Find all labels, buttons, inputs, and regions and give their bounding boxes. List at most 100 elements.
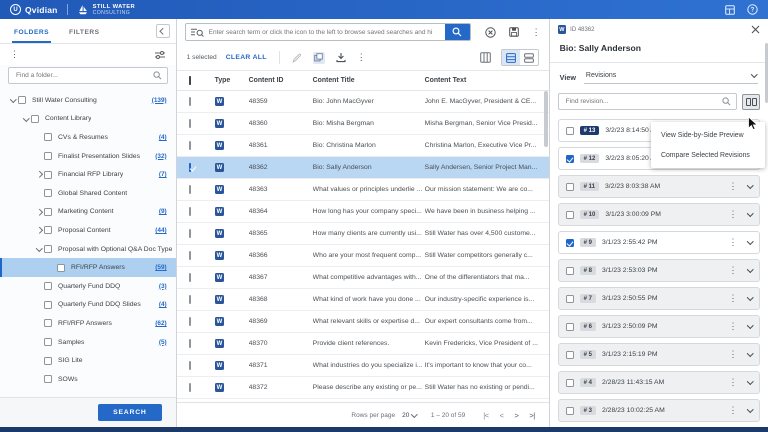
table-row[interactable]: W48372Please describe any existing or pe… [177,377,549,399]
search-submit-button[interactable] [445,23,470,41]
table-row[interactable]: W48359Bio: John MacGyverJohn E. MacGyver… [177,91,549,113]
folder-item[interactable]: SOWs [0,370,176,389]
revision-checkbox[interactable] [566,407,574,415]
table-row[interactable]: W48365How many clients are currently usi… [177,223,549,245]
folder-item[interactable]: CVs & Resumes(4) [0,128,176,147]
revision-card[interactable]: # 73/1/23 2:50:55 PM⋮ [558,287,760,310]
folder-count-link[interactable]: (3) [159,283,167,290]
dense-view-button[interactable] [502,50,520,65]
folder-count-link[interactable]: (9) [159,208,167,215]
chevron-down-icon[interactable] [23,115,29,121]
folder-item[interactable]: RFI/RFP Answers(62) [0,314,176,333]
search-button[interactable]: SEARCH [98,404,162,421]
select-all-checkbox[interactable] [189,76,191,85]
folder-item[interactable]: RFI/RFP Answers(59) [0,258,176,277]
chevron-down-icon[interactable] [36,245,42,251]
revision-card[interactable]: # 83/1/23 2:53:03 PM⋮ [558,259,760,282]
folder-checkbox[interactable] [44,357,52,365]
chevron-down-icon[interactable] [411,411,417,417]
last-page-icon[interactable]: >| [529,411,534,420]
kebab-icon[interactable]: ⋮ [532,28,541,37]
revision-checkbox[interactable] [566,183,574,191]
table-row[interactable]: W48368What kind of work have you done ..… [177,289,549,311]
find-folder-input[interactable] [14,71,153,80]
revision-checkbox[interactable] [566,323,574,331]
folder-checkbox[interactable] [44,282,52,290]
table-row[interactable]: W48367What competitive advantages with..… [177,267,549,289]
table-row[interactable]: W48362Bio: Sally AndersonSally Andersen,… [177,157,549,179]
folder-checkbox[interactable] [18,96,26,104]
save-search-icon[interactable] [509,27,519,37]
next-page-icon[interactable]: > [514,411,518,420]
rows-per-page-select[interactable]: 20 [402,412,409,419]
row-checkbox[interactable] [189,163,191,172]
kebab-icon[interactable]: ⋮ [357,53,366,62]
prev-page-icon[interactable]: < [500,411,504,420]
chevron-down-icon[interactable] [747,294,753,300]
kebab-icon[interactable]: ⋮ [729,350,738,359]
folder-checkbox[interactable] [44,245,52,253]
folder-item[interactable]: Still Water Consulting(139) [0,91,176,110]
chevron-down-icon[interactable] [747,322,753,328]
chevron-down-icon[interactable] [747,238,753,244]
saved-searches-icon[interactable] [191,28,204,37]
row-checkbox[interactable] [189,361,191,370]
clear-circle-icon[interactable] [485,27,496,38]
row-checkbox[interactable] [189,251,191,260]
chevron-right-icon[interactable] [36,171,42,177]
chevron-right-icon[interactable] [36,227,42,233]
col-content-title[interactable]: Content Title [313,77,425,84]
kebab-icon[interactable]: ⋮ [729,406,738,415]
table-scrollbar[interactable] [544,91,548,147]
folder-count-link[interactable]: (62) [155,320,166,327]
side-by-side-button[interactable] [742,94,760,110]
folder-count-link[interactable]: (44) [155,227,166,234]
row-checkbox[interactable] [189,97,191,106]
folder-checkbox[interactable] [44,375,52,383]
folder-item[interactable]: Finalist Presentation Slides(32) [0,147,176,166]
revision-checkbox[interactable] [566,267,574,275]
folder-checkbox[interactable] [44,338,52,346]
folder-checkbox[interactable] [44,171,52,179]
chevron-down-icon[interactable] [747,182,753,188]
row-checkbox[interactable] [189,295,191,304]
tab-folders[interactable]: FOLDERS [12,29,51,43]
revision-checkbox[interactable] [566,295,574,303]
row-checkbox[interactable] [189,229,191,238]
row-checkbox[interactable] [189,141,191,150]
chevron-down-icon[interactable] [747,406,753,412]
table-row[interactable]: W48363What values or principles underlie… [177,179,549,201]
clear-all-button[interactable]: CLEAR ALL [226,54,267,61]
revision-card[interactable]: # 42/28/23 11:43:15 AM⋮ [558,371,760,394]
search-input[interactable] [206,29,445,36]
table-row[interactable]: W48369What relevant skills or expertise … [177,311,549,333]
folder-item[interactable]: Global Shared Content [0,184,176,203]
folder-item[interactable]: Financial RFP Library(7) [0,165,176,184]
chevron-down-icon[interactable] [10,96,16,102]
col-content-text[interactable]: Content Text [425,77,549,84]
kebab-icon[interactable]: ⋮ [729,210,738,219]
folder-checkbox[interactable] [57,264,65,272]
row-checkbox[interactable] [189,119,191,128]
find-revision-input[interactable] [564,97,722,106]
table-row[interactable]: W48360Bio: Misha BergmanMisha Bergman, S… [177,113,549,135]
folder-item[interactable]: Proposal Content(44) [0,221,176,240]
revision-checkbox[interactable] [566,127,574,135]
folder-count-link[interactable]: (59) [155,264,166,271]
table-row[interactable]: W48364How long has your company speci...… [177,201,549,223]
folder-checkbox[interactable] [44,189,52,197]
folder-count-link[interactable]: (4) [159,301,167,308]
folder-count-link[interactable]: (5) [159,339,167,346]
revision-card[interactable]: # 32/28/23 10:02:25 AM⋮ [558,399,760,422]
copy-button[interactable] [313,52,325,64]
download-icon[interactable] [336,52,346,63]
folder-checkbox[interactable] [44,226,52,234]
table-row[interactable]: W48361Bio: Christina MarlonChristina Mar… [177,135,549,157]
folder-item[interactable]: Marketing Content(9) [0,203,176,222]
tune-icon[interactable] [154,50,166,60]
folder-item[interactable]: Quarterly Fund DDQ(3) [0,277,176,296]
revision-checkbox[interactable] [566,155,574,163]
revision-card[interactable]: # 63/1/23 2:50:09 PM⋮ [558,315,760,338]
kebab-icon[interactable]: ⋮ [729,182,738,191]
apps-grid-icon[interactable] [725,5,735,15]
